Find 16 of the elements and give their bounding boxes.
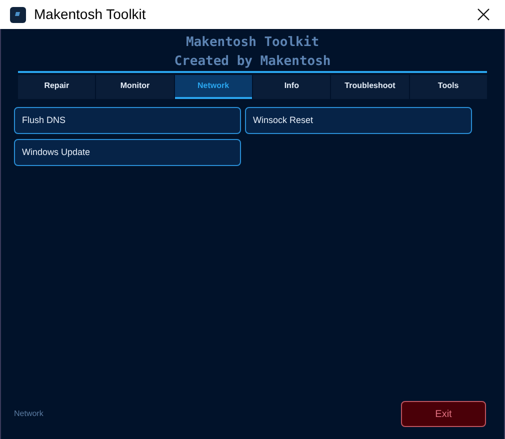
tab[interactable]: Tools bbox=[410, 75, 487, 99]
tab[interactable]: Troubleshoot bbox=[331, 75, 409, 99]
action-button[interactable]: Flush DNS bbox=[14, 107, 241, 134]
app-heading: Makentosh Toolkit bbox=[186, 34, 320, 52]
close-icon bbox=[476, 8, 490, 21]
tab[interactable]: Info bbox=[252, 75, 330, 99]
action-button[interactable]: Winsock Reset bbox=[245, 107, 472, 134]
app-subtitle: Created by Makentosh bbox=[174, 53, 331, 71]
tab[interactable]: Repair bbox=[18, 75, 96, 99]
action-button[interactable]: Windows Update bbox=[14, 139, 241, 166]
app-icon bbox=[10, 6, 26, 22]
tab[interactable]: Network bbox=[174, 75, 252, 99]
exit-button[interactable]: Exit bbox=[401, 401, 486, 427]
status-text: Network bbox=[14, 408, 44, 420]
window-title: Makentosh Toolkit bbox=[34, 5, 146, 24]
tab[interactable]: Monitor bbox=[96, 75, 174, 99]
